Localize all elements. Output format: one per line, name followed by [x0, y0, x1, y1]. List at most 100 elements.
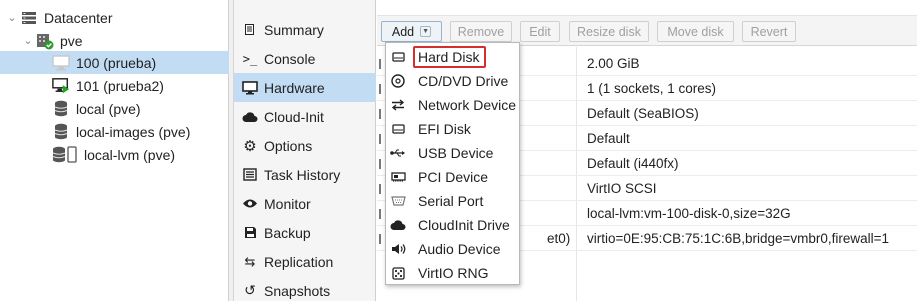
hdd-icon	[389, 48, 407, 66]
revert-button[interactable]: Revert	[742, 21, 796, 42]
tree-item-vm-101[interactable]: 101 (prueba2)	[0, 74, 229, 97]
hardware-row-value: Default (i440fx)	[587, 155, 679, 171]
chevron-down-icon: ▼	[420, 26, 432, 37]
menu-item-network-device[interactable]: Network Device	[386, 93, 519, 117]
nav-item-snapshots[interactable]: ↺ Snapshots	[234, 276, 376, 301]
menu-item-pci-device[interactable]: PCI Device	[386, 165, 519, 189]
menu-item-label: EFI Disk	[418, 121, 471, 137]
nav-item-label: Hardware	[264, 79, 325, 96]
tree-item-label: 100 (prueba)	[76, 54, 157, 71]
speaker-icon	[389, 240, 407, 258]
hardware-row-key: et0)	[547, 230, 571, 246]
add-button[interactable]: Add ▼	[381, 21, 442, 42]
menu-item-efi-disk[interactable]: EFI Disk	[386, 117, 519, 141]
nav-item-cloud-init[interactable]: Cloud-Init	[234, 102, 376, 131]
nav-item-monitor[interactable]: Monitor	[234, 189, 376, 218]
menu-item-cloudinit-drive[interactable]: CloudInit Drive	[386, 213, 519, 237]
nav-item-summary[interactable]: Summary	[234, 15, 376, 44]
menu-item-label: USB Device	[418, 145, 494, 161]
nav-item-label: Backup	[264, 224, 311, 241]
gear-icon: ⚙	[243, 137, 257, 155]
nav-item-label: Monitor	[264, 195, 311, 212]
menu-item-cd-dvd-drive[interactable]: CD/DVD Drive	[386, 69, 519, 93]
resource-tree: ⌄ Datacenter ⌄ pve 100 (prueba) 101 (pru…	[0, 0, 229, 301]
highlight-box	[413, 46, 486, 68]
menu-item-label: CD/DVD Drive	[418, 73, 509, 89]
nav-item-task-history[interactable]: Task History	[234, 160, 376, 189]
menu-item-label: PCI Device	[418, 169, 489, 185]
tree-item-label: Datacenter	[44, 9, 113, 26]
nav-item-label: Cloud-Init	[264, 108, 324, 125]
cd-icon	[389, 72, 407, 90]
tree-item-vm-100[interactable]: 100 (prueba)	[0, 51, 229, 74]
server-stack-icon	[20, 9, 38, 27]
move-disk-button[interactable]: Move disk	[657, 21, 734, 42]
storage-icon	[52, 123, 70, 141]
nav-item-options[interactable]: ⚙ Options	[234, 131, 376, 160]
expander-icon[interactable]: ⌄	[22, 34, 34, 47]
nav-item-label: Options	[264, 137, 313, 154]
revert-button-label: Revert	[750, 24, 788, 39]
tree-item-datacenter[interactable]: ⌄ Datacenter	[0, 6, 229, 29]
hardware-row-value: 2.00 GiB	[587, 55, 640, 71]
nav-item-console[interactable]: >_ Console	[234, 44, 376, 73]
vm-config-nav: Summary >_ Console Hardware Cloud-Init ⚙…	[234, 0, 376, 301]
history-icon: ↺	[244, 282, 256, 298]
menu-item-label: Audio Device	[418, 241, 501, 257]
storage-icon	[52, 100, 70, 118]
nav-item-backup[interactable]: Backup	[234, 218, 376, 247]
nav-item-label: Snapshots	[264, 282, 331, 299]
nav-item-label: Console	[264, 50, 316, 67]
tree-item-label: 101 (prueba2)	[76, 77, 164, 94]
hardware-row-value: 1 (1 sockets, 1 cores)	[587, 80, 717, 96]
tree-item-pve[interactable]: ⌄ pve	[0, 29, 229, 52]
menu-item-audio-device[interactable]: Audio Device	[386, 237, 519, 261]
menu-item-label: CloudInit Drive	[418, 217, 510, 233]
menu-item-usb-device[interactable]: USB Device	[386, 141, 519, 165]
pci-card-icon	[389, 168, 407, 186]
menu-item-virtio-rng[interactable]: VirtIO RNG	[386, 261, 519, 285]
resize-disk-button-label: Resize disk	[577, 24, 641, 39]
hardware-row-value: virtio=0E:95:CB:75:1C:6B,bridge=vmbr0,fi…	[587, 230, 890, 246]
monitor-icon	[241, 79, 259, 97]
dice-icon	[389, 264, 407, 282]
retweet-icon: ⇆	[244, 253, 256, 269]
book-icon	[241, 21, 259, 39]
nav-item-replication[interactable]: ⇆ Replication	[234, 247, 376, 276]
storage-lvm-icon	[52, 146, 78, 164]
hdd-icon	[389, 120, 407, 138]
usb-icon	[389, 144, 407, 162]
tree-item-label: local (pve)	[76, 100, 141, 117]
tree-item-storage-local-lvm[interactable]: local-lvm (pve)	[0, 143, 229, 166]
vm-stopped-icon	[52, 54, 70, 72]
add-button-label: Add	[391, 24, 415, 39]
tree-item-storage-local[interactable]: local (pve)	[0, 97, 229, 120]
nav-item-hardware[interactable]: Hardware	[234, 73, 376, 102]
serial-port-icon	[389, 192, 407, 210]
panel-header	[377, 0, 917, 16]
terminal-icon: >_	[242, 51, 258, 66]
expander-icon[interactable]: ⌄	[6, 11, 18, 24]
menu-item-hard-disk[interactable]: Hard Disk	[386, 45, 519, 69]
tree-item-label: local-images (pve)	[76, 123, 191, 140]
move-disk-button-label: Move disk	[667, 24, 724, 39]
edit-button-label: Edit	[529, 24, 551, 39]
remove-button[interactable]: Remove	[450, 21, 512, 42]
remove-button-label: Remove	[457, 24, 505, 39]
nav-item-label: Summary	[264, 21, 324, 38]
tree-item-label: local-lvm (pve)	[84, 146, 176, 163]
resize-disk-button[interactable]: Resize disk	[569, 21, 649, 42]
menu-item-serial-port[interactable]: Serial Port	[386, 189, 519, 213]
hardware-row-value: local-lvm:vm-100-disk-0,size=32G	[587, 205, 791, 221]
edit-button[interactable]: Edit	[520, 21, 560, 42]
menu-item-label: Network Device	[418, 97, 517, 113]
add-hardware-menu: Hard Disk CD/DVD Drive Network Device EF…	[385, 42, 520, 285]
node-online-icon	[36, 32, 54, 50]
tree-item-storage-local-images[interactable]: local-images (pve)	[0, 120, 229, 143]
hardware-row-value: Default	[587, 130, 630, 146]
floppy-icon	[241, 224, 259, 242]
eye-icon	[241, 195, 259, 213]
menu-item-label: VirtIO RNG	[418, 265, 489, 281]
hardware-row-value: VirtIO SCSI	[587, 180, 657, 196]
hardware-row-value: Default (SeaBIOS)	[587, 105, 699, 121]
